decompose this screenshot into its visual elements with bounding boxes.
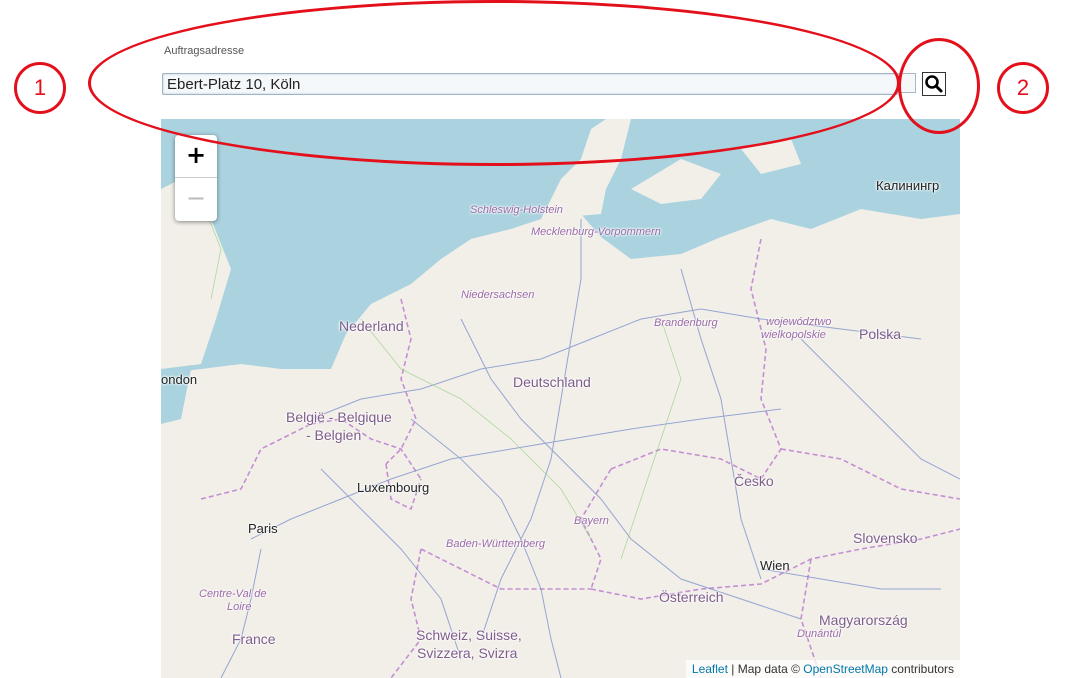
map-label-kaliningrad: Калинингр (876, 178, 940, 193)
zoom-out-button[interactable]: − (175, 177, 217, 220)
map-label-schweiz: Schweiz, Suisse, (416, 627, 522, 643)
map-tiles (161, 119, 960, 678)
map-label-deutschland: Deutschland (513, 374, 591, 390)
callout-1-number: 1 (14, 62, 66, 114)
map-label-france: France (232, 631, 276, 647)
map-label-nederland: Nederland (339, 318, 404, 334)
map-label-paris: Paris (248, 521, 278, 536)
callout-2-number: 2 (997, 62, 1049, 114)
map-label-loire: Loire (227, 601, 252, 613)
address-input[interactable] (162, 73, 898, 95)
zoom-control: + − (175, 135, 217, 221)
map-label-bayern: Bayern (574, 515, 609, 527)
map-label-london: ondon (161, 372, 198, 387)
search-icon (925, 75, 943, 93)
input-tail (898, 73, 916, 93)
map-label-mecklenburg: Mecklenburg-Vorpommern (531, 226, 661, 238)
map-label-svizzera: Svizzera, Svizra (417, 645, 518, 661)
leaflet-link[interactable]: Leaflet (692, 662, 728, 676)
map-view[interactable]: + − Калинингр Schleswig-Holstein Mecklen… (161, 119, 960, 678)
map-label-belgien: - Belgien (306, 427, 362, 443)
map-label-polska: Polska (859, 326, 902, 342)
map-label-cesko: Česko (734, 473, 774, 489)
map-label-wojewodztwo: województwo (766, 316, 832, 328)
map-label-wien: Wien (760, 558, 790, 573)
map-label-schleswig-holstein: Schleswig-Holstein (470, 204, 563, 216)
map-label-dunantul: Dunántúl (797, 628, 842, 640)
search-button[interactable] (922, 72, 946, 96)
attribution-separator: | Map data © (727, 662, 804, 676)
zoom-in-button[interactable]: + (175, 135, 217, 177)
map-label-baden-wurttemberg: Baden-Württemberg (446, 538, 546, 550)
map-attribution: Leaflet | Map data © OpenStreetMap contr… (685, 660, 960, 678)
map-label-niedersachsen: Niedersachsen (461, 289, 535, 301)
openstreetmap-link[interactable]: OpenStreetMap (803, 662, 888, 676)
map-label-centre-val-de: Centre-Val de (199, 588, 267, 600)
map-label-slovensko: Slovensko (853, 530, 918, 546)
map-label-belgie: België - Belgique (286, 409, 392, 425)
attribution-suffix: contributors (887, 662, 954, 676)
address-label: Auftragsadresse (164, 45, 245, 57)
map-label-magyarorszag: Magyarország (819, 612, 908, 628)
map-label-brandenburg: Brandenburg (654, 317, 718, 329)
map-label-luxembourg: Luxembourg (357, 480, 430, 495)
map-label-osterreich: Österreich (659, 589, 724, 605)
map-label-wielkopolskie: wielkopolskie (761, 329, 826, 341)
